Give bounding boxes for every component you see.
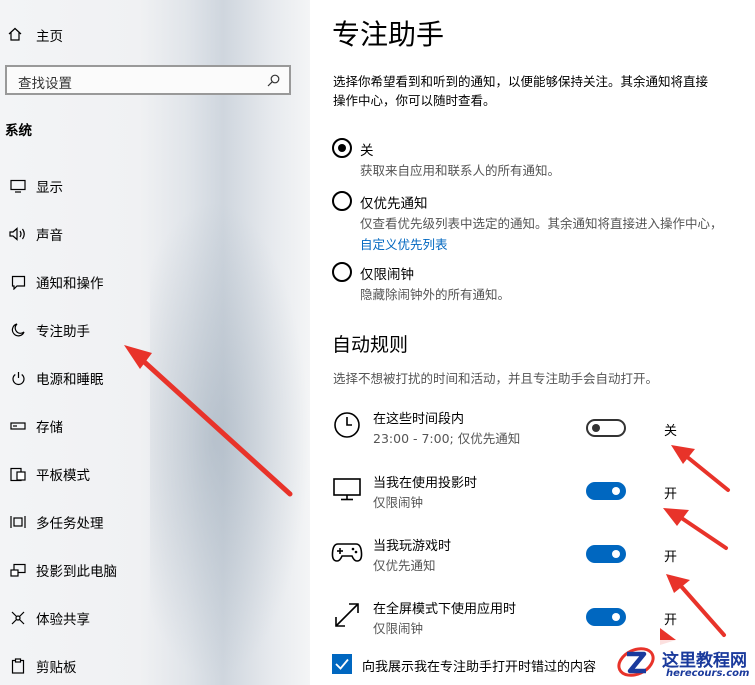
sidebar-item-sound[interactable]: 声音 (0, 222, 63, 246)
checkbox-label: 向我展示我在专注助手打开时错过的内容 (362, 660, 597, 675)
toggle-knob (612, 487, 620, 495)
clock-icon (330, 408, 364, 442)
page-description: 选择你希望看到和听到的通知，以便能够保持关注。其余通知将直接 操作中心，你可以随… (333, 72, 755, 110)
sidebar-item-label: 剪贴板 (36, 660, 77, 676)
customize-priority-list-link[interactable]: 自定义优先列表 (360, 234, 448, 253)
rule-time-period[interactable]: 在这些时间段内 23:00 - 7:00; 仅优先通知 (330, 408, 750, 456)
share-icon (0, 610, 36, 626)
rule-gaming[interactable]: 当我玩游戏时 仅优先通知 (330, 535, 750, 583)
background-blur (150, 200, 310, 680)
sidebar-item-label: 投影到此电脑 (36, 564, 117, 580)
auto-rules-heading: 自动规则 (332, 334, 409, 356)
fullscreen-toggle[interactable] (586, 608, 626, 626)
rule-title: 在全屏模式下使用应用时 (373, 602, 517, 617)
page-title: 专注助手 (332, 18, 445, 51)
rule-title: 当我在使用投影时 (373, 476, 478, 491)
gaming-toggle[interactable] (586, 545, 626, 563)
display-icon (330, 472, 364, 506)
search-icon[interactable] (267, 72, 280, 91)
radio-description: 仅查看优先级列表中选定的通知。其余通知将直接进入操作中心， (360, 216, 723, 231)
moon-icon (0, 323, 36, 337)
sidebar-item-clipboard[interactable]: 剪贴板 (0, 654, 77, 678)
toggle-state-label: 开 (664, 487, 678, 502)
search-placeholder: 查找设置 (18, 76, 72, 92)
watermark-url: herecours.com (666, 668, 750, 679)
sidebar-item-label: 通知和操作 (36, 276, 104, 292)
toggle-knob (612, 550, 620, 558)
page-description-line: 操作中心，你可以随时查看。 (333, 93, 496, 108)
rule-title: 在这些时间段内 (373, 412, 465, 427)
radio-description: 隐藏除闹钟外的所有通知。 (360, 287, 511, 302)
focus-assist-page: 专注助手 选择你希望看到和听到的通知，以便能够保持关注。其余通知将直接 操作中心… (310, 0, 755, 685)
toggle-state-label: 开 (664, 613, 678, 628)
tablet-mode-icon (0, 467, 36, 482)
sidebar-item-label: 声音 (36, 228, 63, 244)
sidebar-item-label: 显示 (36, 180, 63, 196)
project-icon (0, 563, 36, 578)
sidebar-item-tablet-mode[interactable]: 平板模式 (0, 462, 90, 486)
toggle-knob (612, 613, 620, 621)
sidebar-item-display[interactable]: 显示 (0, 174, 63, 198)
toggle-state-label: 关 (664, 424, 678, 439)
rule-title: 当我玩游戏时 (373, 539, 452, 554)
multitask-icon (0, 515, 36, 529)
search-box[interactable]: 查找设置 (5, 65, 291, 95)
radio-description: 获取来自应用和联系人的所有通知。 (360, 163, 561, 178)
radio-label: 关 (360, 143, 374, 159)
sidebar-item-label: 多任务处理 (36, 516, 104, 532)
sidebar-item-shared-experiences[interactable]: 体验共享 (0, 606, 90, 630)
missed-notifications-checkbox[interactable] (332, 654, 352, 674)
sidebar-item-focus-assist[interactable]: 专注助手 (0, 318, 90, 342)
gamepad-icon (330, 535, 364, 569)
fullscreen-icon (330, 598, 364, 632)
sidebar-item-notifications[interactable]: 通知和操作 (0, 270, 104, 294)
sidebar-item-label: 电源和睡眠 (36, 372, 104, 388)
sidebar-item-label: 存储 (36, 420, 63, 436)
rule-projecting[interactable]: 当我在使用投影时 仅限闹钟 (330, 472, 750, 520)
radio-button[interactable] (332, 191, 352, 211)
home-label: 主页 (36, 29, 63, 45)
rule-subtitle: 23:00 - 7:00; 仅优先通知 (373, 431, 521, 446)
sidebar-item-project-to-pc[interactable]: 投影到此电脑 (0, 558, 117, 582)
sidebar-item-storage[interactable]: 存储 (0, 414, 63, 438)
page-description-line: 选择你希望看到和听到的通知，以便能够保持关注。其余通知将直接 (333, 74, 709, 89)
power-icon (0, 371, 36, 386)
watermark-logo-icon (617, 647, 655, 677)
radio-button-selected[interactable] (332, 138, 352, 158)
home-nav-item[interactable]: 主页 (8, 24, 63, 46)
checkmark-icon (335, 658, 349, 670)
toggle-state-label: 开 (664, 550, 678, 565)
sidebar-item-multitasking[interactable]: 多任务处理 (0, 510, 104, 534)
section-title: 系统 (5, 123, 32, 139)
sidebar-item-power[interactable]: 电源和睡眠 (0, 366, 104, 390)
rule-fullscreen[interactable]: 在全屏模式下使用应用时 仅限闹钟 (330, 598, 750, 646)
speaker-icon (0, 227, 36, 241)
rule-subtitle: 仅限闹钟 (373, 495, 424, 510)
sidebar-item-label: 专注助手 (36, 324, 90, 340)
time-period-toggle[interactable] (586, 419, 626, 437)
radio-button[interactable] (332, 262, 352, 282)
settings-sidebar: 主页 查找设置 系统 显示 声音 通知和操作 专注助手 电源和睡眠 存储 平板模… (0, 0, 310, 685)
radio-label: 仅优先通知 (360, 196, 428, 212)
sidebar-item-label: 平板模式 (36, 468, 90, 484)
clipboard-icon (0, 658, 36, 674)
sidebar-item-label: 体验共享 (36, 612, 90, 628)
projecting-toggle[interactable] (586, 482, 626, 500)
rule-subtitle: 仅限闹钟 (373, 621, 424, 636)
home-icon (8, 26, 22, 45)
auto-rules-description: 选择不想被打扰的时间和活动，并且专注助手会自动打开。 (333, 371, 659, 386)
rule-subtitle: 仅优先通知 (373, 558, 436, 573)
storage-icon (0, 421, 36, 431)
toggle-knob (592, 424, 600, 432)
notification-icon (0, 275, 36, 290)
monitor-icon (0, 179, 36, 193)
watermark: 这里教程网 herecours.com (612, 640, 755, 685)
radio-label: 仅限闹钟 (360, 267, 414, 283)
